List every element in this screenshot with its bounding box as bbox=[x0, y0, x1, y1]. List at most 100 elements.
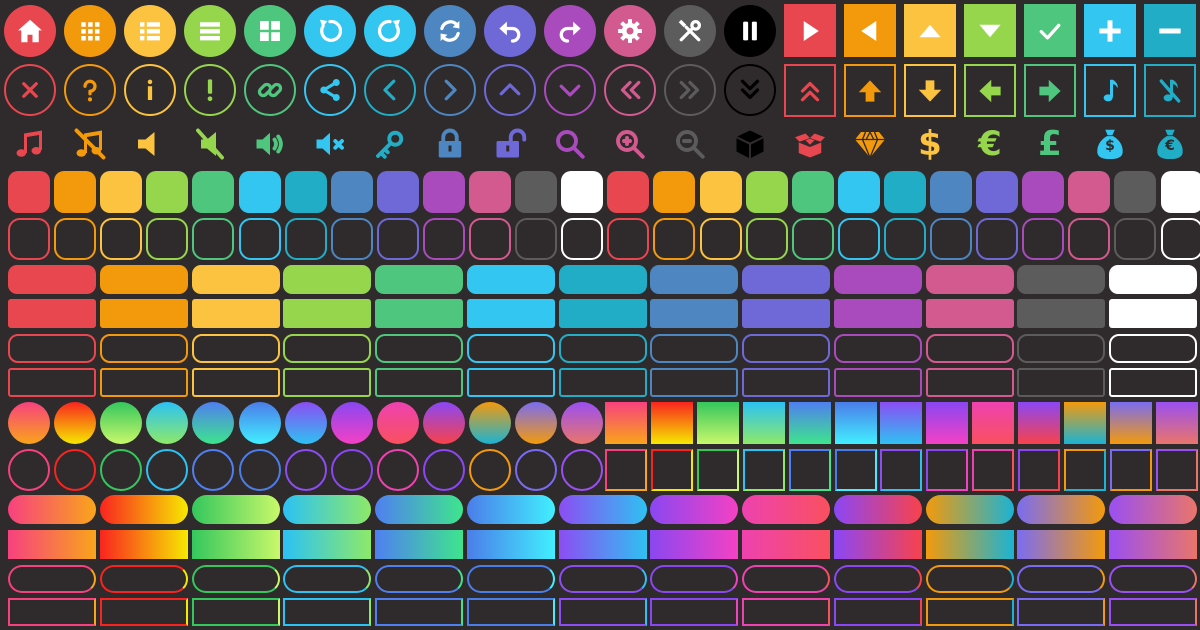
gradient-pill-button[interactable] bbox=[192, 495, 280, 524]
square-outline-button[interactable] bbox=[964, 64, 1016, 117]
gradient-circle-outline[interactable] bbox=[192, 449, 234, 491]
filled-square-button[interactable] bbox=[1068, 171, 1110, 213]
filled-square-button[interactable] bbox=[377, 171, 419, 213]
flat-outline-button[interactable] bbox=[8, 368, 96, 397]
gradient-flat-button[interactable] bbox=[834, 530, 922, 559]
pill-outline-button[interactable] bbox=[742, 334, 830, 363]
pill-button[interactable] bbox=[1109, 265, 1197, 294]
gradient-pill-outline-button[interactable] bbox=[926, 565, 1014, 593]
gradient-pill-button[interactable] bbox=[1017, 495, 1105, 524]
flat-outline-button[interactable] bbox=[1017, 368, 1105, 397]
outline-square-button[interactable] bbox=[561, 218, 603, 260]
gradient-square-button[interactable] bbox=[743, 402, 785, 444]
gradient-circle-button[interactable] bbox=[285, 402, 327, 444]
gradient-flat-button[interactable] bbox=[926, 530, 1014, 559]
gradient-square-button[interactable] bbox=[1018, 402, 1060, 444]
gradient-pill-outline-button[interactable] bbox=[100, 565, 188, 593]
magnifier-icon[interactable] bbox=[550, 124, 590, 164]
gradient-pill-button[interactable] bbox=[375, 495, 463, 524]
pill-button[interactable] bbox=[926, 265, 1014, 294]
circle-button[interactable] bbox=[244, 5, 296, 57]
gradient-flat-button[interactable] bbox=[192, 530, 280, 559]
outline-square-button[interactable] bbox=[1022, 218, 1064, 260]
filled-square-button[interactable] bbox=[746, 171, 788, 213]
pill-outline-button[interactable] bbox=[192, 334, 280, 363]
gradient-flat-outline-button[interactable] bbox=[283, 598, 371, 626]
gradient-circle-outline[interactable] bbox=[54, 449, 96, 491]
pill-outline-button[interactable] bbox=[467, 334, 555, 363]
flat-outline-button[interactable] bbox=[834, 368, 922, 397]
gradient-square-button[interactable] bbox=[1110, 402, 1152, 444]
square-button[interactable] bbox=[1144, 4, 1196, 57]
filled-square-button[interactable] bbox=[792, 171, 834, 213]
circle-outline-button[interactable] bbox=[484, 64, 536, 116]
square-button[interactable] bbox=[964, 4, 1016, 57]
circle-outline-button[interactable] bbox=[244, 64, 296, 116]
filled-square-button[interactable] bbox=[146, 171, 188, 213]
gradient-flat-button[interactable] bbox=[559, 530, 647, 559]
gradient-flat-outline-button[interactable] bbox=[8, 598, 96, 626]
speaker-muted-icon[interactable] bbox=[190, 124, 230, 164]
gradient-pill-button[interactable] bbox=[8, 495, 96, 524]
gradient-circle-outline[interactable] bbox=[469, 449, 511, 491]
filled-square-button[interactable] bbox=[54, 171, 96, 213]
gradient-circle-button[interactable] bbox=[239, 402, 281, 444]
pill-outline-button[interactable] bbox=[834, 334, 922, 363]
flat-outline-button[interactable] bbox=[742, 368, 830, 397]
flat-button[interactable] bbox=[559, 299, 647, 328]
gradient-pill-outline-button[interactable] bbox=[1109, 565, 1197, 593]
gradient-pill-button[interactable] bbox=[834, 495, 922, 524]
zoom-in-icon[interactable] bbox=[610, 124, 650, 164]
gradient-flat-outline-button[interactable] bbox=[1109, 598, 1197, 626]
pill-button[interactable] bbox=[834, 265, 922, 294]
outline-square-button[interactable] bbox=[469, 218, 511, 260]
gradient-circle-outline[interactable] bbox=[515, 449, 557, 491]
pill-button[interactable] bbox=[467, 265, 555, 294]
outline-square-button[interactable] bbox=[1114, 218, 1156, 260]
outline-square-button[interactable] bbox=[100, 218, 142, 260]
pill-outline-button[interactable] bbox=[375, 334, 463, 363]
gradient-flat-button[interactable] bbox=[8, 530, 96, 559]
gradient-pill-outline-button[interactable] bbox=[192, 565, 280, 593]
music-muted-icon[interactable] bbox=[70, 124, 110, 164]
gradient-pill-outline-button[interactable] bbox=[559, 565, 647, 593]
pill-button[interactable] bbox=[650, 265, 738, 294]
gradient-flat-outline-button[interactable] bbox=[834, 598, 922, 626]
unlock-icon[interactable] bbox=[490, 124, 530, 164]
open-box-icon[interactable] bbox=[790, 124, 830, 164]
gradient-pill-outline-button[interactable] bbox=[467, 565, 555, 593]
square-button[interactable] bbox=[1024, 4, 1076, 57]
outline-square-button[interactable] bbox=[423, 218, 465, 260]
gradient-square-outline[interactable] bbox=[880, 449, 922, 491]
gradient-square-button[interactable] bbox=[1156, 402, 1198, 444]
gradient-circle-outline[interactable] bbox=[423, 449, 465, 491]
flat-outline-button[interactable] bbox=[559, 368, 647, 397]
circle-outline-button[interactable] bbox=[664, 64, 716, 116]
speaker-off-icon[interactable] bbox=[310, 124, 350, 164]
filled-square-button[interactable] bbox=[1161, 171, 1200, 213]
flat-button[interactable] bbox=[742, 299, 830, 328]
gradient-circle-button[interactable] bbox=[561, 402, 603, 444]
lock-icon[interactable] bbox=[430, 124, 470, 164]
outline-square-button[interactable] bbox=[285, 218, 327, 260]
flat-button[interactable] bbox=[650, 299, 738, 328]
circle-outline-button[interactable] bbox=[304, 64, 356, 116]
gradient-pill-outline-button[interactable] bbox=[8, 565, 96, 593]
pill-button[interactable] bbox=[283, 265, 371, 294]
filled-square-button[interactable] bbox=[469, 171, 511, 213]
gradient-circle-outline[interactable] bbox=[146, 449, 188, 491]
flat-outline-button[interactable] bbox=[1109, 368, 1197, 397]
gradient-square-outline[interactable] bbox=[697, 449, 739, 491]
filled-square-button[interactable] bbox=[1114, 171, 1156, 213]
pill-outline-button[interactable] bbox=[100, 334, 188, 363]
gradient-pill-outline-button[interactable] bbox=[375, 565, 463, 593]
outline-square-button[interactable] bbox=[377, 218, 419, 260]
circle-outline-button[interactable] bbox=[64, 64, 116, 116]
gradient-square-outline[interactable] bbox=[972, 449, 1014, 491]
cube-icon[interactable] bbox=[730, 124, 770, 164]
outline-square-button[interactable] bbox=[653, 218, 695, 260]
square-outline-button[interactable] bbox=[1144, 64, 1196, 117]
circle-button[interactable] bbox=[424, 5, 476, 57]
pill-button[interactable] bbox=[8, 265, 96, 294]
gradient-square-outline[interactable] bbox=[789, 449, 831, 491]
